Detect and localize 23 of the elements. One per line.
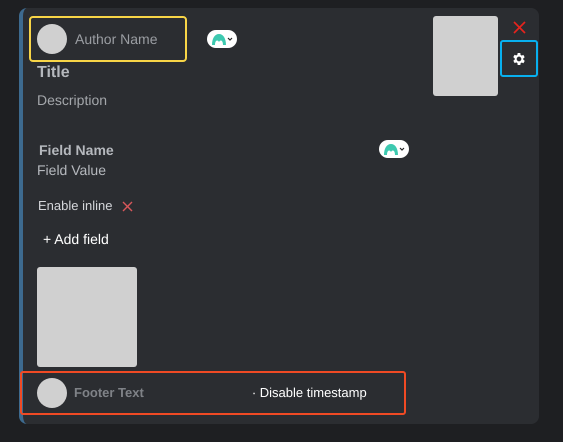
author-avatar bbox=[37, 24, 67, 54]
footer-avatar bbox=[37, 378, 67, 408]
field-name: Field Name bbox=[39, 141, 114, 160]
settings-icon bbox=[511, 50, 527, 66]
author-name: Author Name bbox=[75, 30, 158, 48]
footer-row[interactable]: Footer Text · Disable timestamp bbox=[20, 371, 406, 415]
author-row[interactable]: Author Name bbox=[29, 16, 187, 62]
inline-toggle-label[interactable]: Enable inline bbox=[38, 197, 112, 215]
close-icon[interactable] bbox=[512, 21, 526, 34]
dome-icon bbox=[212, 34, 226, 44]
emoji-picker-button[interactable] bbox=[207, 30, 237, 48]
emoji-picker-button[interactable] bbox=[379, 140, 409, 158]
settings-button[interactable] bbox=[500, 40, 538, 77]
chevron-icon bbox=[398, 147, 404, 151]
remove-icon[interactable] bbox=[122, 200, 134, 212]
add-field-button[interactable]: + Add field bbox=[43, 229, 109, 249]
field-value: Field Value bbox=[37, 161, 108, 180]
embed-description: Description bbox=[37, 91, 108, 110]
embed-title: Title bbox=[37, 63, 71, 83]
dome-icon bbox=[384, 144, 398, 154]
footer-text: Footer Text bbox=[74, 384, 144, 402]
chevron-icon bbox=[226, 37, 232, 41]
timestamp-toggle[interactable]: · Disable timestamp bbox=[252, 383, 367, 403]
